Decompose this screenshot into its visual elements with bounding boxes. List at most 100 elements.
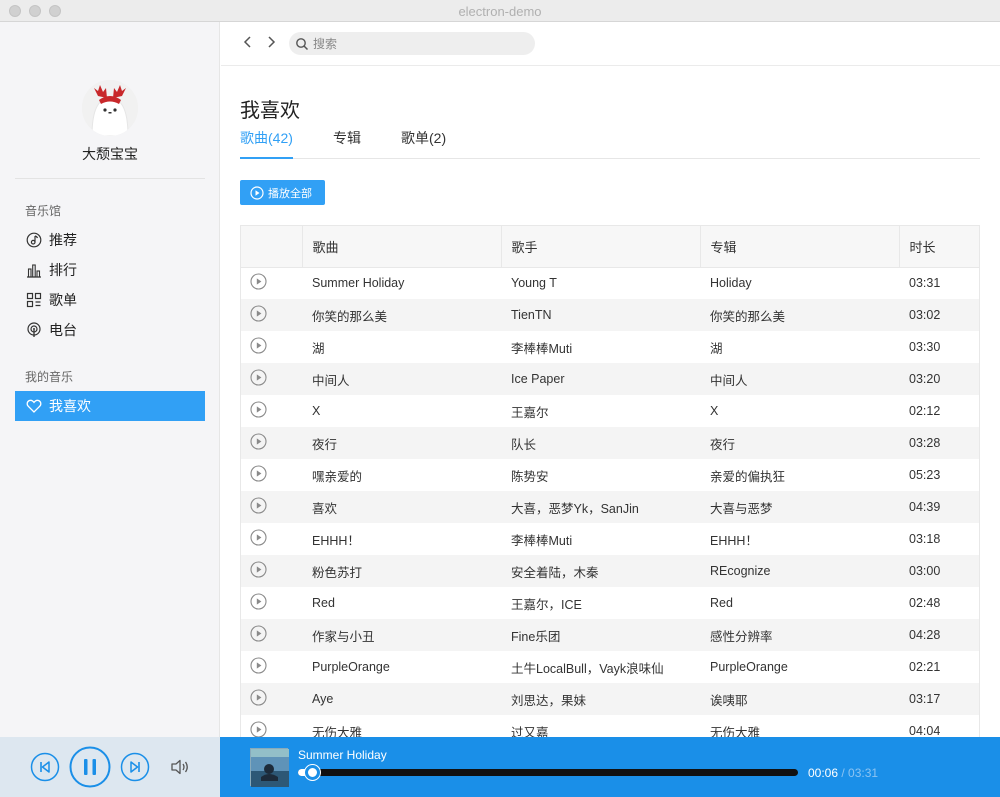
table-row[interactable]: 嘿亲爱的 陈势安 亲爱的偏执狂 05:23: [241, 459, 979, 491]
artist-cell[interactable]: 安全着陆，木秦: [501, 555, 700, 587]
album-cell[interactable]: EHHH！: [700, 523, 899, 555]
album-cell[interactable]: 亲爱的偏执狂: [700, 459, 899, 491]
play-circle-icon[interactable]: [250, 273, 267, 290]
album-cell[interactable]: 大喜与恶梦: [700, 491, 899, 523]
column-header-song[interactable]: 歌曲: [302, 226, 502, 268]
table-row[interactable]: 湖李棒棒Muti 湖 03:30: [241, 331, 979, 363]
row-play-cell[interactable]: [241, 523, 302, 555]
table-row[interactable]: X 王嘉尔 X 02:12: [241, 395, 979, 427]
table-row[interactable]: Aye 刘思达，果妹 诶咦耶 03:17: [241, 683, 979, 715]
row-play-cell[interactable]: [241, 555, 302, 587]
table-row[interactable]: 作家与小丑 Fine乐团 感性分辨率 04:28: [241, 619, 979, 651]
artist-cell[interactable]: 土牛LocalBull，Vayk浪味仙: [501, 651, 700, 683]
album-cell[interactable]: 中间人: [700, 363, 899, 395]
artist-cell[interactable]: 王嘉尔，ICE: [501, 587, 700, 619]
album-cell[interactable]: X: [700, 395, 899, 427]
progress-knob[interactable]: [305, 765, 320, 780]
song-title-cell[interactable]: 无伤大雅: [302, 715, 501, 737]
song-title-cell[interactable]: Red: [302, 587, 501, 619]
column-header-artist[interactable]: 歌手: [501, 226, 701, 268]
row-play-cell[interactable]: [241, 587, 302, 619]
table-row[interactable]: 喜欢 大喜，恶梦Yk，SanJin 大喜与恶梦 04:39: [241, 491, 979, 523]
sidebar-item-recommend[interactable]: 推荐: [15, 225, 205, 255]
search-input[interactable]: [313, 36, 513, 51]
play-circle-icon[interactable]: [250, 593, 267, 610]
play-circle-icon[interactable]: [250, 465, 267, 482]
song-title-cell[interactable]: EHHH！: [302, 523, 501, 555]
table-row[interactable]: 无伤大雅 过又嘉 无伤大雅 04:04: [241, 715, 979, 737]
table-row[interactable]: Red 王嘉尔，ICE Red 02:48: [241, 587, 979, 619]
play-circle-icon[interactable]: [250, 433, 267, 450]
forward-button[interactable]: [264, 34, 278, 50]
row-play-cell[interactable]: [241, 331, 302, 363]
row-play-cell[interactable]: [241, 363, 302, 395]
artist-cell[interactable]: 李棒棒Muti: [501, 523, 700, 555]
song-title-cell[interactable]: 粉色苏打: [302, 555, 501, 587]
artist-cell[interactable]: 李棒棒Muti: [501, 331, 700, 363]
table-row[interactable]: PurpleOrange 土牛LocalBull，Vayk浪味仙 PurpleOra…: [241, 651, 979, 683]
row-play-cell[interactable]: [241, 619, 302, 651]
table-row[interactable]: EHHH！ 李棒棒Muti EHHH！ 03:18: [241, 523, 979, 555]
play-circle-icon[interactable]: [250, 657, 267, 674]
song-title-cell[interactable]: X: [302, 395, 501, 427]
song-title-cell[interactable]: Aye: [302, 683, 501, 715]
play-circle-icon[interactable]: [250, 337, 267, 354]
song-title-cell[interactable]: 你笑的那么美: [302, 299, 501, 331]
row-play-cell[interactable]: [241, 715, 302, 737]
column-header-duration[interactable]: 时长: [899, 226, 979, 268]
play-circle-icon[interactable]: [250, 561, 267, 578]
play-circle-icon[interactable]: [250, 401, 267, 418]
play-circle-icon[interactable]: [250, 625, 267, 642]
table-row[interactable]: Summer Holiday Young T Holiday 03:31: [241, 267, 979, 299]
song-title-cell[interactable]: PurpleOrange: [302, 651, 501, 683]
row-play-cell[interactable]: [241, 267, 302, 299]
column-header-album[interactable]: 专辑: [700, 226, 900, 268]
album-cell[interactable]: 湖: [700, 331, 899, 363]
album-cell[interactable]: Holiday: [700, 267, 899, 299]
sidebar-item-playlists[interactable]: 歌单: [15, 285, 205, 315]
artist-cell[interactable]: 过又嘉: [501, 715, 700, 737]
album-cell[interactable]: PurpleOrange: [700, 651, 899, 683]
song-title-cell[interactable]: 作家与小丑: [302, 619, 501, 651]
artist-cell[interactable]: 刘思达，果妹: [501, 683, 700, 715]
previous-button[interactable]: [30, 752, 60, 782]
row-play-cell[interactable]: [241, 651, 302, 683]
song-title-cell[interactable]: Summer Holiday: [302, 267, 501, 299]
artist-cell[interactable]: TienTN: [501, 299, 700, 331]
row-play-cell[interactable]: [241, 427, 302, 459]
table-row[interactable]: 你笑的那么美 TienTN 你笑的那么美 03:02: [241, 299, 979, 331]
table-row[interactable]: 中间人 Ice Paper 中间人 03:20: [241, 363, 979, 395]
sidebar-item-favorites[interactable]: 我喜欢: [15, 391, 205, 421]
song-title-cell[interactable]: 中间人: [302, 363, 501, 395]
play-circle-icon[interactable]: [250, 369, 267, 386]
artist-cell[interactable]: Fine乐团: [501, 619, 700, 651]
row-play-cell[interactable]: [241, 395, 302, 427]
avatar[interactable]: [82, 80, 138, 136]
play-circle-icon[interactable]: [250, 305, 267, 322]
album-cell[interactable]: 你笑的那么美: [700, 299, 899, 331]
play-circle-icon[interactable]: [250, 689, 267, 706]
tab-playlists[interactable]: 歌单(2): [401, 128, 446, 159]
row-play-cell[interactable]: [241, 491, 302, 523]
song-title-cell[interactable]: 湖: [302, 331, 501, 363]
table-row[interactable]: 粉色苏打 安全着陆，木秦 REcognize 03:00: [241, 555, 979, 587]
song-title-cell[interactable]: 夜行: [302, 427, 501, 459]
row-play-cell[interactable]: [241, 459, 302, 491]
back-button[interactable]: [241, 34, 255, 50]
album-cell[interactable]: 诶咦耶: [700, 683, 899, 715]
album-cover[interactable]: [250, 748, 289, 787]
row-play-cell[interactable]: [241, 299, 302, 331]
sidebar-item-ranking[interactable]: 排行: [15, 255, 205, 285]
artist-cell[interactable]: 大喜，恶梦Yk，SanJin: [501, 491, 700, 523]
tab-albums[interactable]: 专辑: [333, 128, 361, 159]
play-circle-icon[interactable]: [250, 497, 267, 514]
progress-bar[interactable]: [298, 765, 798, 780]
album-cell[interactable]: 夜行: [700, 427, 899, 459]
next-button[interactable]: [120, 752, 150, 782]
sidebar-item-radio[interactable]: 电台: [15, 315, 205, 345]
album-cell[interactable]: REcognize: [700, 555, 899, 587]
song-title-cell[interactable]: 嘿亲爱的: [302, 459, 501, 491]
album-cell[interactable]: Red: [700, 587, 899, 619]
play-all-button[interactable]: 播放全部: [240, 180, 325, 205]
album-cell[interactable]: 无伤大雅: [700, 715, 899, 737]
